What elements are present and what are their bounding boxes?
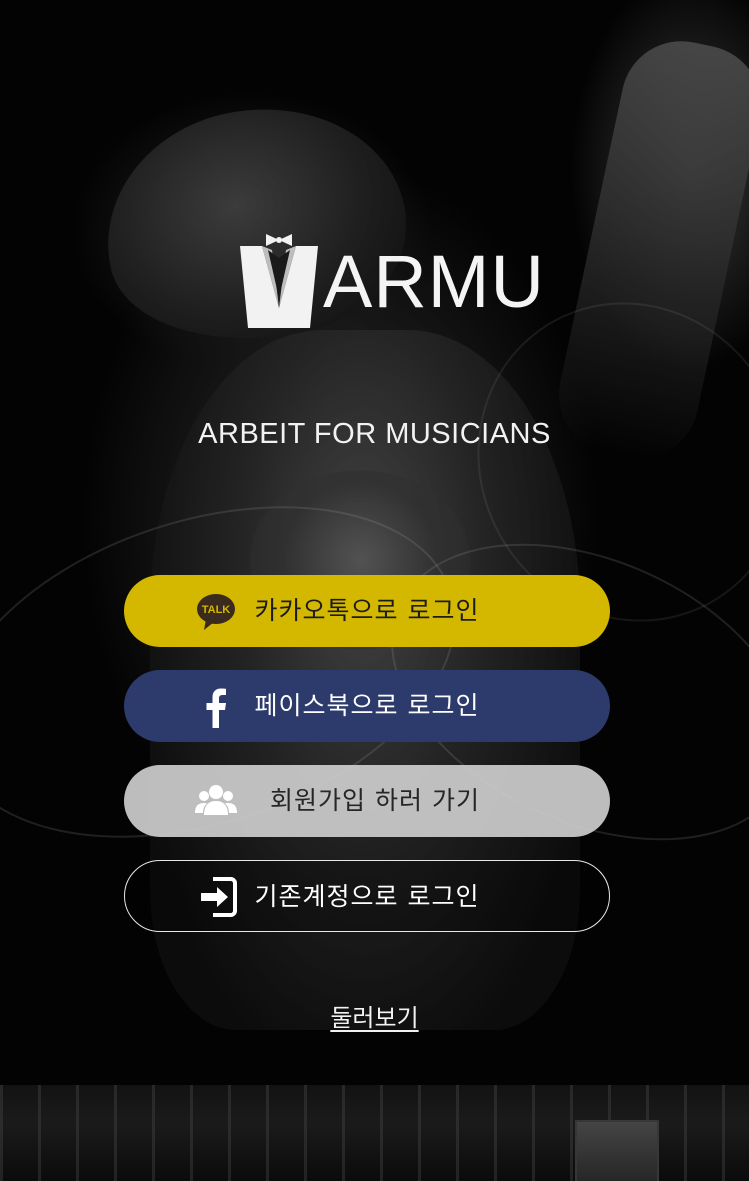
app-logo: ARMU (238, 228, 544, 333)
facebook-login-label: 페이스북으로 로그인 (254, 691, 480, 720)
facebook-login-button[interactable]: 페이스북으로 로그인 (124, 670, 610, 742)
tagline: ARBEIT FOR MUSICIANS (198, 418, 551, 450)
signup-label: 회원가입 하러 가기 (270, 786, 480, 815)
existing-account-login-label: 기존계정으로 로그인 (254, 882, 480, 911)
kakao-login-button[interactable]: TALK 카카오톡으로 로그인 (124, 575, 610, 647)
tuxedo-logo-icon (240, 234, 318, 328)
logo-wordmark: ARMU (323, 240, 545, 323)
browse-link[interactable]: 둘러보기 (0, 998, 749, 1033)
login-screen: ARMU ARBEIT FOR MUSICIANS TALK 카카오톡으로 로그… (0, 0, 749, 1181)
existing-account-login-button[interactable]: 기존계정으로 로그인 (124, 860, 610, 932)
signup-button[interactable]: 회원가입 하러 가기 (124, 765, 610, 837)
kakao-login-label: 카카오톡으로 로그인 (254, 596, 480, 625)
